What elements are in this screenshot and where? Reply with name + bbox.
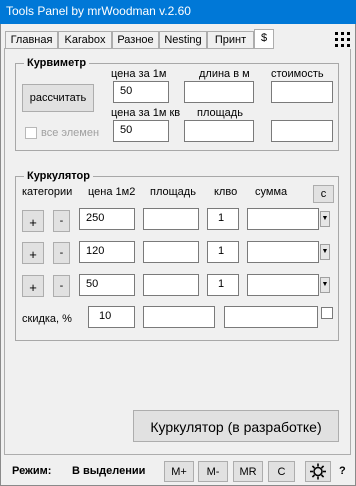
label-cost: стоимость (271, 68, 324, 80)
grid-menu-icon[interactable] (333, 29, 353, 51)
mode-label: Режим: (12, 465, 52, 477)
header-area: площадь (150, 186, 196, 198)
all-elements-label: все элемен (41, 127, 100, 139)
cost-field[interactable] (271, 81, 333, 103)
clear-button[interactable]: c (313, 185, 334, 203)
row2-plus-button[interactable]: + (22, 242, 44, 264)
row3-dropdown-arrow-icon[interactable]: ▼ (320, 277, 330, 293)
window-title: Tools Panel by mrWoodman v.2.60 (6, 4, 191, 18)
row1-qty-field[interactable]: 1 (207, 208, 239, 230)
header-qty: клво (214, 186, 238, 198)
price-per-m-field[interactable]: 50 (113, 81, 169, 103)
kurvimetr-title: Курвиметр (24, 57, 90, 69)
header-categories: категории (22, 186, 73, 198)
header-price-m2: цена 1м2 (88, 186, 136, 198)
row2-price-field[interactable]: 120 (79, 241, 135, 263)
label-price-per-m: цена за 1м (111, 68, 167, 80)
row1-price-field[interactable]: 250 (79, 208, 135, 230)
area-field[interactable] (184, 120, 254, 142)
all-elements-checkbox[interactable] (25, 127, 37, 139)
settings-gear-icon[interactable] (305, 461, 331, 482)
row3-minus-button[interactable]: - (53, 275, 70, 297)
length-m-field[interactable] (184, 81, 254, 103)
discount-field[interactable]: 10 (88, 306, 135, 328)
total-field[interactable] (224, 306, 318, 328)
memory-plus-button[interactable]: M+ (164, 461, 194, 482)
row1-minus-button[interactable]: - (53, 210, 70, 232)
area-cost-field[interactable] (271, 120, 333, 142)
discount-area-field[interactable] (143, 306, 215, 328)
row3-price-field[interactable]: 50 (79, 274, 135, 296)
row2-minus-button[interactable]: - (53, 242, 70, 264)
row2-sum-dropdown[interactable] (247, 241, 319, 263)
row3-sum-dropdown[interactable] (247, 274, 319, 296)
clear-memory-button[interactable]: C (268, 461, 295, 482)
tab-dollar[interactable]: $ (254, 29, 274, 50)
row1-area-field[interactable] (143, 208, 199, 230)
title-bar: Tools Panel by mrWoodman v.2.60 (0, 0, 356, 24)
row1-sum-dropdown[interactable] (247, 208, 319, 230)
label-length-m: длина в м (199, 68, 250, 80)
label-area: площадь (197, 107, 243, 119)
kurkulator-title: Куркулятор (24, 170, 93, 182)
row2-qty-field[interactable]: 1 (207, 241, 239, 263)
memory-recall-button[interactable]: MR (233, 461, 263, 482)
row1-plus-button[interactable]: + (22, 210, 44, 232)
calculate-button[interactable]: рассчитать (22, 84, 94, 112)
kurkulator-main-button[interactable]: Куркулятор (в разработке) (133, 410, 339, 442)
row3-area-field[interactable] (143, 274, 199, 296)
help-icon[interactable]: ? (339, 465, 346, 477)
row3-plus-button[interactable]: + (22, 275, 44, 297)
memory-minus-button[interactable]: M- (198, 461, 228, 482)
label-price-per-m2: цена за 1м кв (111, 107, 181, 119)
price-per-m2-field[interactable]: 50 (113, 120, 169, 142)
row3-qty-field[interactable]: 1 (207, 274, 239, 296)
row1-dropdown-arrow-icon[interactable]: ▼ (320, 211, 330, 227)
header-sum: сумма (255, 186, 288, 198)
row2-area-field[interactable] (143, 241, 199, 263)
row2-dropdown-arrow-icon[interactable]: ▼ (320, 244, 330, 260)
discount-label: скидка, % (22, 313, 72, 325)
total-checkbox[interactable] (321, 307, 333, 319)
mode-value: В выделении (72, 465, 146, 477)
